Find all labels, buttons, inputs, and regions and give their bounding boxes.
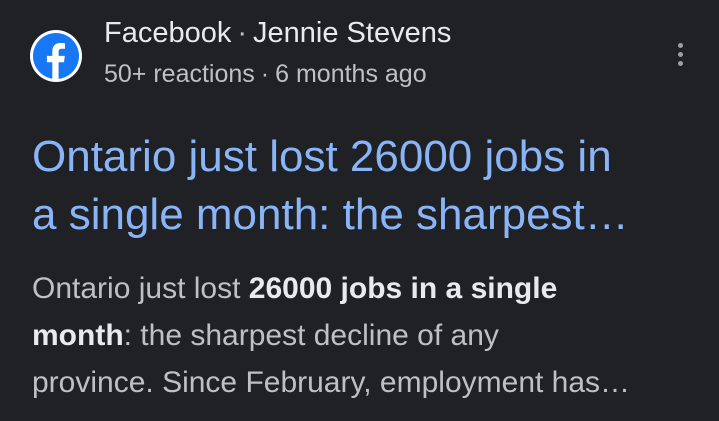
reactions-count: 50+ reactions — [104, 60, 255, 88]
author-name: Jennie Stevens — [253, 17, 452, 49]
result-snippet: Ontario just lost 26000 jobs in a single… — [32, 265, 702, 406]
snippet-text: Ontario just lost — [32, 272, 249, 305]
meta-line: 50+ reactions · 6 months ago — [104, 57, 451, 91]
more-dot — [677, 42, 683, 48]
snippet-line-1: Ontario just lost 26000 jobs in a single — [32, 265, 702, 312]
result-title-link[interactable]: Ontario just lost 26000 jobs in a single… — [32, 128, 692, 244]
more-dot — [677, 51, 683, 57]
title-line-2: a single month: the sharpest… — [32, 190, 629, 239]
site-name: Facebook — [104, 17, 232, 49]
site-line: Facebook · Jennie Stevens — [104, 14, 451, 52]
source-text: Facebook · Jennie Stevens 50+ reactions · 6 … — [104, 14, 451, 91]
snippet-line-2: month: the sharpest decline of any — [32, 312, 702, 359]
facebook-icon — [30, 30, 82, 82]
search-result-card: Facebook · Jennie Stevens 50+ reactions · 6 … — [0, 0, 719, 421]
separator: · — [237, 17, 248, 49]
separator: · — [260, 60, 270, 88]
more-vert-icon[interactable] — [666, 34, 694, 74]
post-age: 6 months ago — [275, 60, 427, 88]
title-line-1: Ontario just lost 26000 jobs in — [32, 132, 612, 181]
snippet-highlight: 26000 — [248, 272, 333, 305]
snippet-text: : the sharpest decline of any — [123, 319, 499, 352]
more-dot — [677, 60, 683, 66]
snippet-highlight: jobs in a single — [340, 272, 558, 305]
result-source-row[interactable]: Facebook · Jennie Stevens 50+ reactions · 6 … — [26, 14, 706, 98]
snippet-highlight: month — [32, 319, 124, 352]
snippet-line-3: province. Since February, employment has… — [32, 366, 631, 399]
